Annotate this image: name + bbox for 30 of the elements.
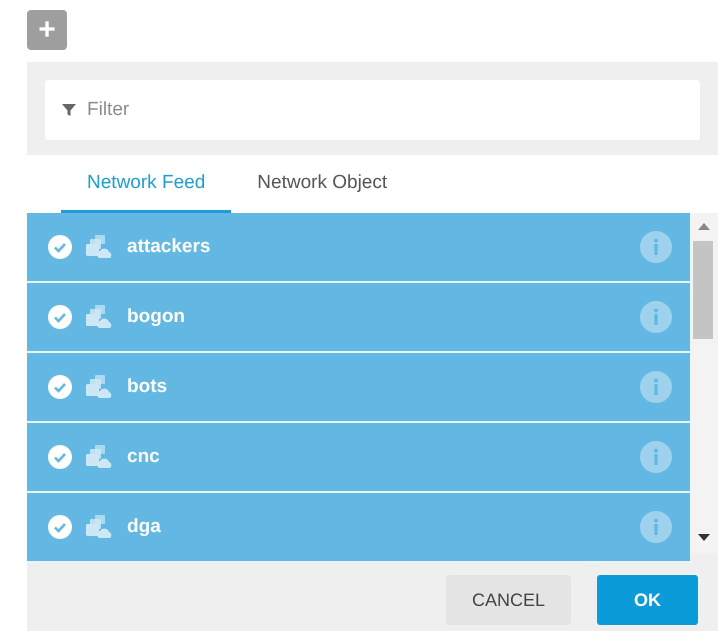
feed-row[interactable]: bots bbox=[27, 353, 690, 423]
info-icon[interactable] bbox=[640, 231, 672, 263]
scroll-up-icon[interactable] bbox=[698, 223, 710, 230]
feed-row[interactable]: bogon bbox=[27, 283, 690, 353]
info-icon[interactable] bbox=[640, 441, 672, 473]
check-circle-icon[interactable] bbox=[47, 514, 73, 540]
ok-button[interactable]: OK bbox=[597, 575, 698, 625]
filter-field[interactable]: Filter bbox=[45, 80, 700, 140]
check-circle-icon[interactable] bbox=[47, 304, 73, 330]
filter-icon bbox=[62, 103, 76, 117]
feed-name: cnc bbox=[127, 446, 161, 468]
feed-row[interactable]: cnc bbox=[27, 423, 690, 493]
check-circle-icon[interactable] bbox=[47, 374, 73, 400]
feed-row[interactable]: dga bbox=[27, 493, 690, 563]
feed-name: attackers bbox=[127, 236, 212, 258]
feed-name: bogon bbox=[127, 306, 186, 328]
check-circle-icon[interactable] bbox=[47, 444, 73, 470]
info-icon[interactable] bbox=[640, 371, 672, 403]
cancel-button[interactable]: CANCEL bbox=[446, 575, 571, 625]
tab[interactable]: Network Object bbox=[231, 155, 414, 213]
add-button[interactable]: + bbox=[27, 10, 67, 50]
scrollbar[interactable] bbox=[690, 213, 718, 553]
feed-row[interactable]: attackers bbox=[27, 213, 690, 283]
scroll-down-icon[interactable] bbox=[698, 534, 710, 541]
feed-name: bots bbox=[127, 376, 168, 398]
check-circle-icon[interactable] bbox=[47, 234, 73, 260]
scroll-thumb[interactable] bbox=[693, 241, 713, 339]
info-icon[interactable] bbox=[640, 301, 672, 333]
feed-name: dga bbox=[127, 516, 162, 538]
info-icon[interactable] bbox=[640, 511, 672, 543]
